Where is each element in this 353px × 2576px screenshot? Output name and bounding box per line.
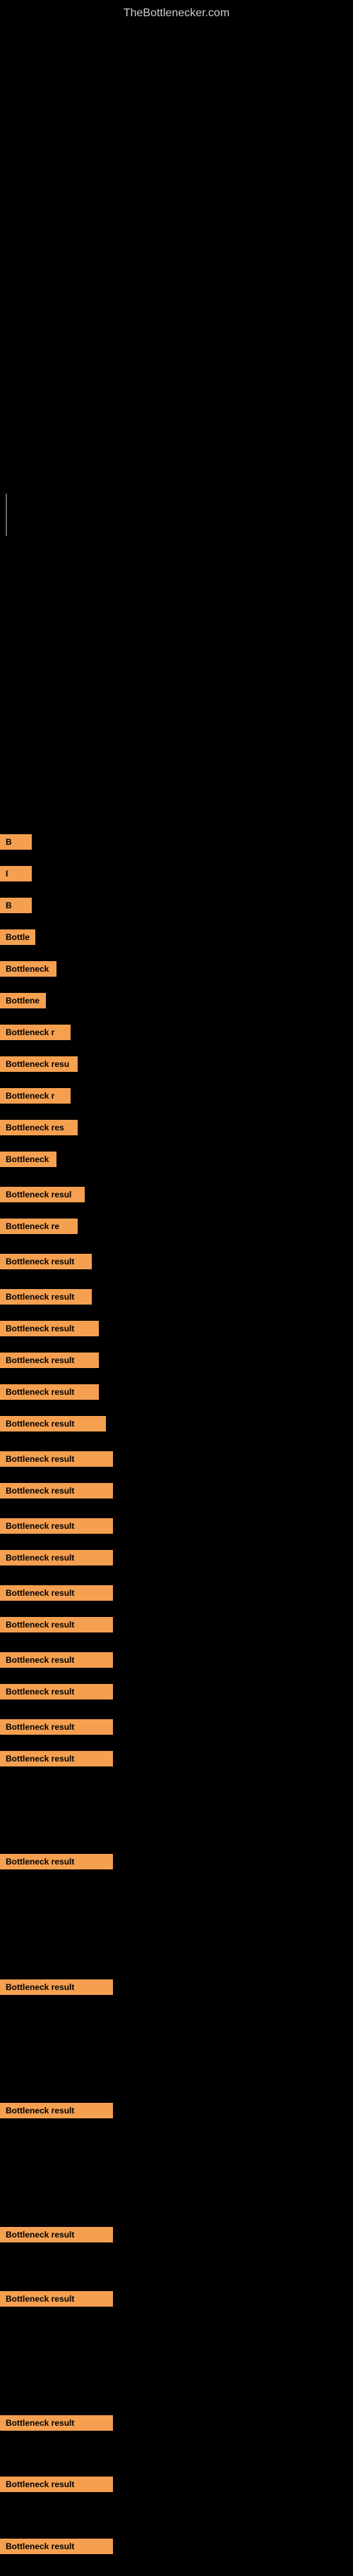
result-badge-32: Bottleneck result [0,2227,113,2242]
result-item-11: Bottleneck resul [0,1187,353,1206]
result-item-35: Bottleneck result [0,2477,353,2496]
result-item-15: Bottleneck result [0,1321,353,1340]
result-badge-2: B [0,898,32,913]
result-item-31: Bottleneck result [0,2103,353,2122]
result-item-27: Bottleneck result [0,1719,353,1738]
result-item-28: Bottleneck result [0,1751,353,1770]
result-item-10: Bottleneck [0,1152,353,1171]
result-item-5: Bottlene [0,993,353,1012]
result-badge-11: Bottleneck resul [0,1187,85,1202]
result-badge-7: Bottleneck resu [0,1056,78,1072]
site-title: TheBottlenecker.com [0,0,353,23]
result-item-21: Bottleneck result [0,1518,353,1537]
result-badge-16: Bottleneck result [0,1353,99,1368]
result-item-6: Bottleneck r [0,1025,353,1044]
result-badge-8: Bottleneck r [0,1088,71,1104]
result-badge-6: Bottleneck r [0,1025,71,1040]
result-item-18: Bottleneck result [0,1416,353,1435]
result-item-32: Bottleneck result [0,2227,353,2246]
result-item-16: Bottleneck result [0,1353,353,1372]
result-badge-5: Bottlene [0,993,46,1008]
result-item-34: Bottleneck result [0,2415,353,2434]
result-badge-13: Bottleneck result [0,1254,92,1269]
result-badge-0: B [0,834,32,850]
result-badge-21: Bottleneck result [0,1518,113,1534]
result-item-20: Bottleneck result [0,1483,353,1502]
result-item-22: Bottleneck result [0,1550,353,1569]
result-badge-1: I [0,866,32,881]
result-item-8: Bottleneck r [0,1088,353,1107]
result-item-19: Bottleneck result [0,1451,353,1470]
result-item-24: Bottleneck result [0,1617,353,1636]
result-item-9: Bottleneck res [0,1120,353,1139]
result-badge-10: Bottleneck [0,1152,56,1167]
result-badge-29: Bottleneck result [0,1854,113,1869]
result-badge-28: Bottleneck result [0,1751,113,1766]
result-badge-22: Bottleneck result [0,1550,113,1565]
result-item-30: Bottleneck result [0,1979,353,1998]
result-item-23: Bottleneck result [0,1585,353,1604]
result-item-33: Bottleneck result [0,2291,353,2310]
result-badge-25: Bottleneck result [0,1652,113,1668]
result-badge-20: Bottleneck result [0,1483,113,1498]
result-item-25: Bottleneck result [0,1652,353,1671]
result-item-36: Bottleneck result [0,2539,353,2558]
result-badge-26: Bottleneck result [0,1684,113,1699]
result-badge-24: Bottleneck result [0,1617,113,1632]
result-badge-34: Bottleneck result [0,2415,113,2431]
result-item-29: Bottleneck result [0,1854,353,1873]
result-badge-36: Bottleneck result [0,2539,113,2554]
result-badge-33: Bottleneck result [0,2291,113,2307]
result-badge-3: Bottle [0,929,35,945]
result-badge-31: Bottleneck result [0,2103,113,2118]
result-badge-23: Bottleneck result [0,1585,113,1601]
result-badge-15: Bottleneck result [0,1321,99,1336]
result-item-4: Bottleneck [0,961,353,980]
result-item-26: Bottleneck result [0,1684,353,1703]
result-badge-35: Bottleneck result [0,2477,113,2492]
result-item-3: Bottle [0,929,353,948]
chart-area [0,23,353,319]
result-badge-17: Bottleneck result [0,1384,99,1400]
result-item-7: Bottleneck resu [0,1056,353,1075]
result-item-1: I [0,866,353,885]
result-item-17: Bottleneck result [0,1384,353,1403]
result-badge-14: Bottleneck result [0,1289,92,1305]
results-list: B I B Bottle Bottleneck Bottlene Bottleneck r B… [0,319,353,2576]
result-item-2: B [0,898,353,917]
result-badge-18: Bottleneck result [0,1416,106,1432]
result-badge-9: Bottleneck res [0,1120,78,1135]
result-item-12: Bottleneck re [0,1219,353,1238]
result-item-14: Bottleneck result [0,1289,353,1308]
result-badge-30: Bottleneck result [0,1979,113,1995]
result-badge-19: Bottleneck result [0,1451,113,1467]
result-badge-12: Bottleneck re [0,1219,78,1234]
result-item-13: Bottleneck result [0,1254,353,1273]
result-badge-27: Bottleneck result [0,1719,113,1735]
result-item-0: B [0,834,353,853]
result-badge-4: Bottleneck [0,961,56,977]
